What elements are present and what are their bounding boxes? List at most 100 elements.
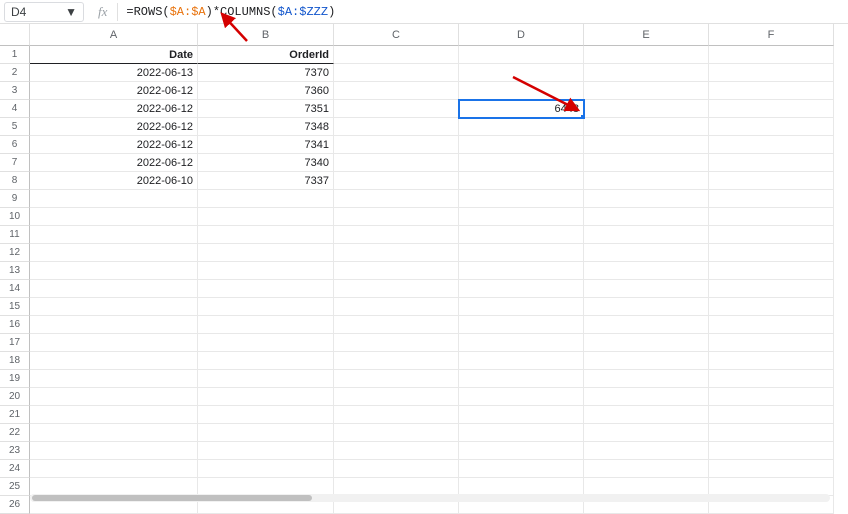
cell-B19[interactable] [198,370,334,388]
cell-D2[interactable] [459,64,584,82]
row-header-23[interactable]: 23 [0,442,30,460]
cell-E23[interactable] [584,442,709,460]
cell-F2[interactable] [709,64,834,82]
cell-F17[interactable] [709,334,834,352]
cell-D13[interactable] [459,262,584,280]
col-header-B[interactable]: B [198,24,334,46]
cell-F1[interactable] [709,46,834,64]
cell-A10[interactable] [30,208,198,226]
cell-F21[interactable] [709,406,834,424]
cell-C16[interactable] [334,316,459,334]
col-header-F[interactable]: F [709,24,834,46]
cell-A8[interactable]: 2022-06-10 [30,172,198,190]
row-header-11[interactable]: 11 [0,226,30,244]
row-header-12[interactable]: 12 [0,244,30,262]
cell-F15[interactable] [709,298,834,316]
cell-B11[interactable] [198,226,334,244]
cell-E24[interactable] [584,460,709,478]
cell-A5[interactable]: 2022-06-12 [30,118,198,136]
name-box[interactable]: D4 ▼ [4,2,84,22]
row-header-15[interactable]: 15 [0,298,30,316]
cell-F4[interactable] [709,100,834,118]
cell-B10[interactable] [198,208,334,226]
cell-C17[interactable] [334,334,459,352]
cell-A11[interactable] [30,226,198,244]
cell-E21[interactable] [584,406,709,424]
cell-E18[interactable] [584,352,709,370]
cell-E3[interactable] [584,82,709,100]
cell-F14[interactable] [709,280,834,298]
col-header-D[interactable]: D [459,24,584,46]
cell-D7[interactable] [459,154,584,172]
cell-D21[interactable] [459,406,584,424]
cell-D4[interactable]: 6448 [459,100,584,118]
cell-C15[interactable] [334,298,459,316]
row-header-17[interactable]: 17 [0,334,30,352]
cell-C10[interactable] [334,208,459,226]
row-header-16[interactable]: 16 [0,316,30,334]
cell-E7[interactable] [584,154,709,172]
cell-D11[interactable] [459,226,584,244]
select-all-corner[interactable] [0,24,30,46]
cell-D3[interactable] [459,82,584,100]
cell-A14[interactable] [30,280,198,298]
selection-handle[interactable] [580,114,584,118]
row-header-3[interactable]: 3 [0,82,30,100]
cell-C5[interactable] [334,118,459,136]
cell-A18[interactable] [30,352,198,370]
cell-C20[interactable] [334,388,459,406]
cell-F19[interactable] [709,370,834,388]
cell-C2[interactable] [334,64,459,82]
cell-F8[interactable] [709,172,834,190]
cell-E22[interactable] [584,424,709,442]
cell-E14[interactable] [584,280,709,298]
cell-E6[interactable] [584,136,709,154]
col-header-E[interactable]: E [584,24,709,46]
row-header-10[interactable]: 10 [0,208,30,226]
cell-B7[interactable]: 7340 [198,154,334,172]
cell-B5[interactable]: 7348 [198,118,334,136]
cell-A16[interactable] [30,316,198,334]
cell-B14[interactable] [198,280,334,298]
cell-C19[interactable] [334,370,459,388]
cell-B15[interactable] [198,298,334,316]
cell-B1[interactable]: OrderId [198,46,334,64]
cell-B2[interactable]: 7370 [198,64,334,82]
cell-D16[interactable] [459,316,584,334]
cell-F10[interactable] [709,208,834,226]
cell-D20[interactable] [459,388,584,406]
row-header-9[interactable]: 9 [0,190,30,208]
cell-E5[interactable] [584,118,709,136]
row-header-5[interactable]: 5 [0,118,30,136]
cell-D14[interactable] [459,280,584,298]
row-header-22[interactable]: 22 [0,424,30,442]
row-header-24[interactable]: 24 [0,460,30,478]
row-header-14[interactable]: 14 [0,280,30,298]
cell-C6[interactable] [334,136,459,154]
cell-B9[interactable] [198,190,334,208]
cell-C14[interactable] [334,280,459,298]
cell-C18[interactable] [334,352,459,370]
row-header-8[interactable]: 8 [0,172,30,190]
cell-E10[interactable] [584,208,709,226]
cell-C24[interactable] [334,460,459,478]
cell-D6[interactable] [459,136,584,154]
cell-B4[interactable]: 7351 [198,100,334,118]
cell-B3[interactable]: 7360 [198,82,334,100]
row-header-25[interactable]: 25 [0,478,30,496]
cell-B13[interactable] [198,262,334,280]
cell-A3[interactable]: 2022-06-12 [30,82,198,100]
row-header-4[interactable]: 4 [0,100,30,118]
cell-E17[interactable] [584,334,709,352]
cell-D23[interactable] [459,442,584,460]
cell-B6[interactable]: 7341 [198,136,334,154]
scrollbar-horizontal[interactable] [30,494,830,502]
cell-C8[interactable] [334,172,459,190]
cell-E15[interactable] [584,298,709,316]
col-header-C[interactable]: C [334,24,459,46]
cell-A19[interactable] [30,370,198,388]
cell-C7[interactable] [334,154,459,172]
row-header-26[interactable]: 26 [0,496,30,514]
cell-E11[interactable] [584,226,709,244]
cell-E19[interactable] [584,370,709,388]
